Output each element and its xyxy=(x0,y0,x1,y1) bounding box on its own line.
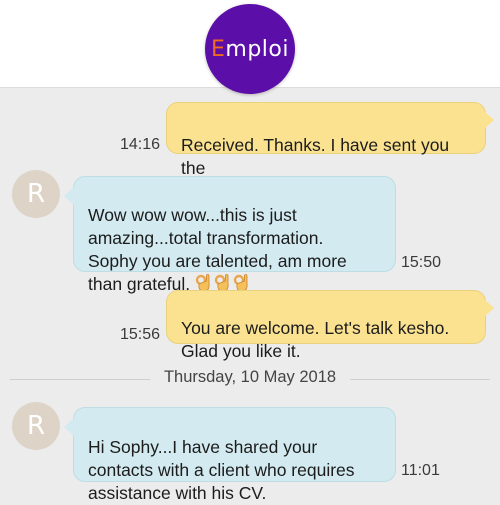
date-separator: Thursday, 10 May 2018 xyxy=(10,368,490,392)
message-bubble-outgoing[interactable]: Received. Thanks. I have sent you the CV xyxy=(166,102,494,201)
chat-header: Emploi xyxy=(0,0,500,94)
message-bubble-outgoing[interactable]: You are welcome. Let's talk kesho. Glad … xyxy=(166,290,494,361)
logo-first-letter: E xyxy=(211,36,226,62)
date-divider-right xyxy=(350,379,490,380)
message-time: 11:01 xyxy=(401,462,440,479)
contact-avatar[interactable]: R xyxy=(12,402,60,450)
message-text: Hi Sophy...I have shared your contacts w… xyxy=(88,437,355,503)
message-time: 15:50 xyxy=(401,254,442,271)
message-time: 14:16 xyxy=(120,136,161,153)
logo-rest: mploi xyxy=(225,36,289,62)
emploi-logo[interactable]: Emploi xyxy=(205,4,295,94)
message-bubble-incoming[interactable]: Hi Sophy...I have shared your contacts w… xyxy=(64,407,396,503)
message-bubble-incoming[interactable]: Wow wow wow...this is just amazing...tot… xyxy=(64,176,396,294)
message-text: You are welcome. Let's talk kesho. Glad … xyxy=(181,318,450,361)
date-label: Thursday, 10 May 2018 xyxy=(163,368,337,386)
message-time: 15:56 xyxy=(120,326,161,343)
contact-avatar[interactable]: R xyxy=(12,170,60,218)
logo-text: Emploi xyxy=(211,37,289,62)
